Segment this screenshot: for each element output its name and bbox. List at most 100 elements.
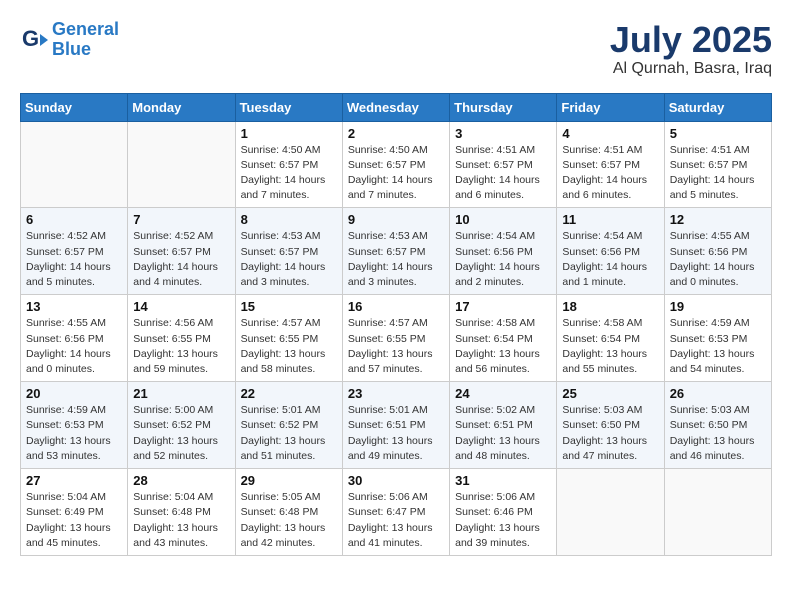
logo-line2: Blue	[52, 39, 91, 59]
calendar-cell: 21 Sunrise: 5:00 AM Sunset: 6:52 PM Dayli…	[128, 382, 235, 469]
calendar-cell: 10 Sunrise: 4:54 AM Sunset: 6:56 PM Dayli…	[450, 208, 557, 295]
weekday-header-monday: Monday	[128, 93, 235, 121]
day-info: Sunrise: 5:01 AM Sunset: 6:52 PM Dayligh…	[241, 403, 337, 464]
calendar-cell: 27 Sunrise: 5:04 AM Sunset: 6:49 PM Dayli…	[21, 469, 128, 556]
day-number: 19	[670, 299, 766, 314]
day-info: Sunrise: 4:50 AM Sunset: 6:57 PM Dayligh…	[348, 143, 444, 204]
page-header: G General Blue July 2025 Al Qurnah, Basr…	[20, 20, 772, 78]
day-number: 6	[26, 212, 122, 227]
calendar-week-row: 27 Sunrise: 5:04 AM Sunset: 6:49 PM Dayli…	[21, 469, 772, 556]
weekday-header-wednesday: Wednesday	[342, 93, 449, 121]
day-info: Sunrise: 4:57 AM Sunset: 6:55 PM Dayligh…	[241, 316, 337, 377]
logo: G General Blue	[20, 20, 119, 60]
day-info: Sunrise: 5:06 AM Sunset: 6:47 PM Dayligh…	[348, 490, 444, 551]
month-year-title: July 2025	[610, 20, 772, 60]
day-info: Sunrise: 4:53 AM Sunset: 6:57 PM Dayligh…	[241, 229, 337, 290]
day-info: Sunrise: 5:06 AM Sunset: 6:46 PM Dayligh…	[455, 490, 551, 551]
calendar-week-row: 6 Sunrise: 4:52 AM Sunset: 6:57 PM Daylig…	[21, 208, 772, 295]
day-info: Sunrise: 4:58 AM Sunset: 6:54 PM Dayligh…	[562, 316, 658, 377]
calendar-cell: 19 Sunrise: 4:59 AM Sunset: 6:53 PM Dayli…	[664, 295, 771, 382]
weekday-header-tuesday: Tuesday	[235, 93, 342, 121]
calendar-cell: 15 Sunrise: 4:57 AM Sunset: 6:55 PM Dayli…	[235, 295, 342, 382]
calendar-cell: 5Sunrise: 4:51 AM Sunset: 6:57 PM Daylig…	[664, 121, 771, 208]
day-info: Sunrise: 5:03 AM Sunset: 6:50 PM Dayligh…	[562, 403, 658, 464]
title-block: July 2025 Al Qurnah, Basra, Iraq	[610, 20, 772, 78]
calendar-cell: 23 Sunrise: 5:01 AM Sunset: 6:51 PM Dayli…	[342, 382, 449, 469]
day-number: 17	[455, 299, 551, 314]
day-info: Sunrise: 4:56 AM Sunset: 6:55 PM Dayligh…	[133, 316, 229, 377]
calendar-cell: 16 Sunrise: 4:57 AM Sunset: 6:55 PM Dayli…	[342, 295, 449, 382]
day-info: Sunrise: 5:02 AM Sunset: 6:51 PM Dayligh…	[455, 403, 551, 464]
day-number: 7	[133, 212, 229, 227]
calendar-cell	[557, 469, 664, 556]
calendar-cell: 4Sunrise: 4:51 AM Sunset: 6:57 PM Daylig…	[557, 121, 664, 208]
day-info: Sunrise: 5:04 AM Sunset: 6:48 PM Dayligh…	[133, 490, 229, 551]
weekday-header-thursday: Thursday	[450, 93, 557, 121]
day-info: Sunrise: 4:54 AM Sunset: 6:56 PM Dayligh…	[562, 229, 658, 290]
svg-text:G: G	[22, 26, 39, 51]
logo-text: General Blue	[52, 20, 119, 60]
day-info: Sunrise: 5:03 AM Sunset: 6:50 PM Dayligh…	[670, 403, 766, 464]
day-number: 2	[348, 126, 444, 141]
calendar-cell: 9 Sunrise: 4:53 AM Sunset: 6:57 PM Daylig…	[342, 208, 449, 295]
day-number: 30	[348, 473, 444, 488]
calendar-cell: 30 Sunrise: 5:06 AM Sunset: 6:47 PM Dayli…	[342, 469, 449, 556]
day-info: Sunrise: 4:59 AM Sunset: 6:53 PM Dayligh…	[26, 403, 122, 464]
day-info: Sunrise: 4:51 AM Sunset: 6:57 PM Dayligh…	[455, 143, 551, 204]
calendar-cell: 26 Sunrise: 5:03 AM Sunset: 6:50 PM Dayli…	[664, 382, 771, 469]
day-info: Sunrise: 4:55 AM Sunset: 6:56 PM Dayligh…	[26, 316, 122, 377]
logo-line1: General	[52, 19, 119, 39]
day-number: 10	[455, 212, 551, 227]
calendar-cell: 14Sunrise: 4:56 AM Sunset: 6:55 PM Dayli…	[128, 295, 235, 382]
day-info: Sunrise: 5:01 AM Sunset: 6:51 PM Dayligh…	[348, 403, 444, 464]
day-number: 16	[348, 299, 444, 314]
calendar-cell: 22 Sunrise: 5:01 AM Sunset: 6:52 PM Dayli…	[235, 382, 342, 469]
day-number: 29	[241, 473, 337, 488]
day-info: Sunrise: 5:05 AM Sunset: 6:48 PM Dayligh…	[241, 490, 337, 551]
day-info: Sunrise: 4:54 AM Sunset: 6:56 PM Dayligh…	[455, 229, 551, 290]
day-number: 26	[670, 386, 766, 401]
day-number: 24	[455, 386, 551, 401]
calendar-cell	[21, 121, 128, 208]
calendar-cell: 2 Sunrise: 4:50 AM Sunset: 6:57 PM Daylig…	[342, 121, 449, 208]
calendar-week-row: 20 Sunrise: 4:59 AM Sunset: 6:53 PM Dayli…	[21, 382, 772, 469]
day-number: 31	[455, 473, 551, 488]
calendar-cell: 28Sunrise: 5:04 AM Sunset: 6:48 PM Dayli…	[128, 469, 235, 556]
calendar-cell: 17Sunrise: 4:58 AM Sunset: 6:54 PM Dayli…	[450, 295, 557, 382]
day-number: 13	[26, 299, 122, 314]
calendar-cell: 8 Sunrise: 4:53 AM Sunset: 6:57 PM Daylig…	[235, 208, 342, 295]
day-info: Sunrise: 5:00 AM Sunset: 6:52 PM Dayligh…	[133, 403, 229, 464]
calendar-cell	[128, 121, 235, 208]
calendar-cell: 24 Sunrise: 5:02 AM Sunset: 6:51 PM Dayli…	[450, 382, 557, 469]
day-number: 8	[241, 212, 337, 227]
day-number: 18	[562, 299, 658, 314]
day-number: 27	[26, 473, 122, 488]
day-number: 22	[241, 386, 337, 401]
day-info: Sunrise: 5:04 AM Sunset: 6:49 PM Dayligh…	[26, 490, 122, 551]
day-info: Sunrise: 4:51 AM Sunset: 6:57 PM Dayligh…	[670, 143, 766, 204]
calendar-cell: 1 Sunrise: 4:50 AM Sunset: 6:57 PM Daylig…	[235, 121, 342, 208]
day-number: 11	[562, 212, 658, 227]
day-info: Sunrise: 4:57 AM Sunset: 6:55 PM Dayligh…	[348, 316, 444, 377]
day-number: 21	[133, 386, 229, 401]
day-number: 1	[241, 126, 337, 141]
day-number: 9	[348, 212, 444, 227]
day-number: 3	[455, 126, 551, 141]
day-number: 23	[348, 386, 444, 401]
calendar-week-row: 1 Sunrise: 4:50 AM Sunset: 6:57 PM Daylig…	[21, 121, 772, 208]
day-info: Sunrise: 4:53 AM Sunset: 6:57 PM Dayligh…	[348, 229, 444, 290]
day-info: Sunrise: 4:50 AM Sunset: 6:57 PM Dayligh…	[241, 143, 337, 204]
calendar-cell: 18 Sunrise: 4:58 AM Sunset: 6:54 PM Dayli…	[557, 295, 664, 382]
calendar-cell: 29 Sunrise: 5:05 AM Sunset: 6:48 PM Dayli…	[235, 469, 342, 556]
day-info: Sunrise: 4:59 AM Sunset: 6:53 PM Dayligh…	[670, 316, 766, 377]
day-number: 20	[26, 386, 122, 401]
calendar-cell: 11 Sunrise: 4:54 AM Sunset: 6:56 PM Dayli…	[557, 208, 664, 295]
day-info: Sunrise: 4:51 AM Sunset: 6:57 PM Dayligh…	[562, 143, 658, 204]
calendar-cell: 7 Sunrise: 4:52 AM Sunset: 6:57 PM Daylig…	[128, 208, 235, 295]
calendar-week-row: 13 Sunrise: 4:55 AM Sunset: 6:56 PM Dayli…	[21, 295, 772, 382]
calendar-cell: 13 Sunrise: 4:55 AM Sunset: 6:56 PM Dayli…	[21, 295, 128, 382]
day-info: Sunrise: 4:52 AM Sunset: 6:57 PM Dayligh…	[133, 229, 229, 290]
weekday-header-saturday: Saturday	[664, 93, 771, 121]
day-number: 15	[241, 299, 337, 314]
location-subtitle: Al Qurnah, Basra, Iraq	[610, 60, 772, 78]
